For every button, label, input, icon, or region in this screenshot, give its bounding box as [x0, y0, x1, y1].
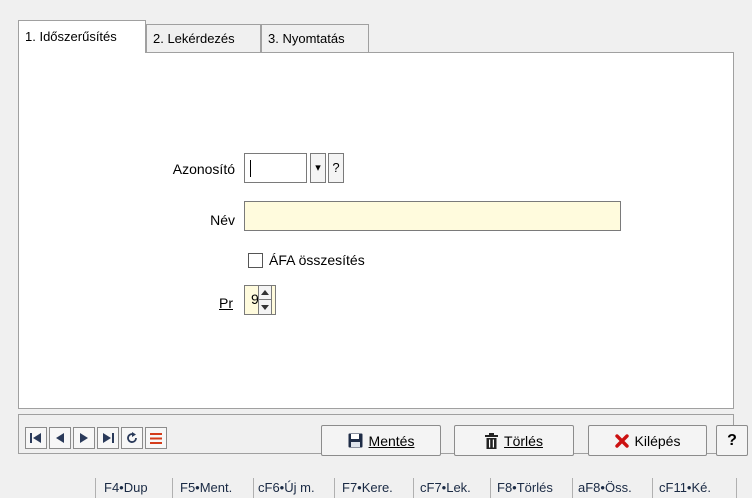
separator — [253, 478, 254, 498]
separator — [490, 478, 491, 498]
last-icon — [103, 433, 114, 443]
form-panel: Azonosító ▾ ? Név ÁFA összesítés Pr 9 — [18, 52, 734, 409]
tab-label: 3. Nyomtatás — [268, 31, 345, 46]
fkey-f5[interactable]: F5•Ment. — [180, 480, 232, 495]
fkey-cf7[interactable]: cF7•Lek. — [420, 480, 471, 495]
separator — [172, 478, 173, 498]
last-record-button[interactable] — [97, 427, 119, 449]
azonosito-label: Azonosító — [172, 161, 235, 177]
fkey-f4[interactable]: F4•Dup — [104, 480, 148, 495]
nev-label: Név — [210, 212, 235, 228]
first-record-button[interactable] — [25, 427, 47, 449]
tab-label: 2. Lekérdezés — [153, 31, 235, 46]
nev-input[interactable] — [244, 201, 621, 231]
separator — [572, 478, 573, 498]
save-icon — [348, 433, 363, 448]
prev-record-button[interactable] — [49, 427, 71, 449]
next-icon — [80, 433, 88, 443]
tab-label: 1. Időszerűsítés — [25, 29, 117, 44]
save-button[interactable]: Mentés — [321, 425, 441, 456]
prev-icon — [56, 433, 64, 443]
help-icon: ? — [727, 431, 737, 449]
separator — [334, 478, 335, 498]
text-caret — [250, 160, 251, 177]
delete-label: Törlés — [504, 432, 543, 449]
fkey-cf11[interactable]: cF11•Ké. — [659, 480, 711, 495]
pr-label-text: Pr — [219, 295, 233, 311]
tab-idoszerusites[interactable]: 1. Időszerűsítés — [18, 20, 146, 53]
separator — [652, 478, 653, 498]
exit-button[interactable]: Kilépés — [588, 425, 707, 456]
help-button[interactable]: ? — [716, 425, 748, 456]
separator — [736, 478, 737, 498]
fkey-af8[interactable]: aF8•Öss. — [578, 480, 632, 495]
fkey-f8[interactable]: F8•Törlés — [497, 480, 553, 495]
next-record-button[interactable] — [73, 427, 95, 449]
help-icon: ? — [332, 160, 340, 175]
fkey-cf6[interactable]: cF6•Új m. — [258, 480, 315, 495]
exit-label: Kilépés — [634, 432, 681, 449]
azonosito-input[interactable] — [244, 153, 307, 183]
trash-icon — [485, 432, 499, 449]
refresh-button[interactable] — [121, 427, 143, 449]
chevron-down-icon: ▾ — [315, 162, 321, 174]
delete-button[interactable]: Törlés — [454, 425, 574, 456]
list-menu-button[interactable] — [145, 427, 167, 449]
close-icon — [614, 433, 629, 448]
tab-nyomtatas[interactable]: 3. Nyomtatás — [261, 24, 369, 52]
spin-up-icon[interactable] — [259, 286, 271, 300]
azonosito-dropdown-button[interactable]: ▾ — [310, 153, 326, 183]
tab-lekerdezes[interactable]: 2. Lekérdezés — [146, 24, 261, 52]
save-label: Mentés — [368, 432, 415, 449]
pr-label: Pr — [189, 295, 233, 311]
separator — [95, 478, 96, 498]
list-icon — [150, 432, 162, 444]
afa-label: ÁFA összesítés — [269, 252, 365, 268]
pr-spinner[interactable] — [258, 285, 272, 315]
function-key-bar: F4•Dup F5•Ment. cF6•Új m. F7•Kere. cF7•L… — [0, 466, 752, 498]
separator — [413, 478, 414, 498]
first-icon — [30, 433, 41, 443]
azonosito-lookup-button[interactable]: ? — [328, 153, 344, 183]
spin-down-icon[interactable] — [259, 300, 271, 314]
action-toolbar: Mentés Törlés Kilépés ? — [18, 414, 748, 456]
afa-checkbox[interactable] — [248, 253, 263, 268]
refresh-icon — [127, 432, 137, 443]
fkey-f7[interactable]: F7•Kere. — [342, 480, 393, 495]
